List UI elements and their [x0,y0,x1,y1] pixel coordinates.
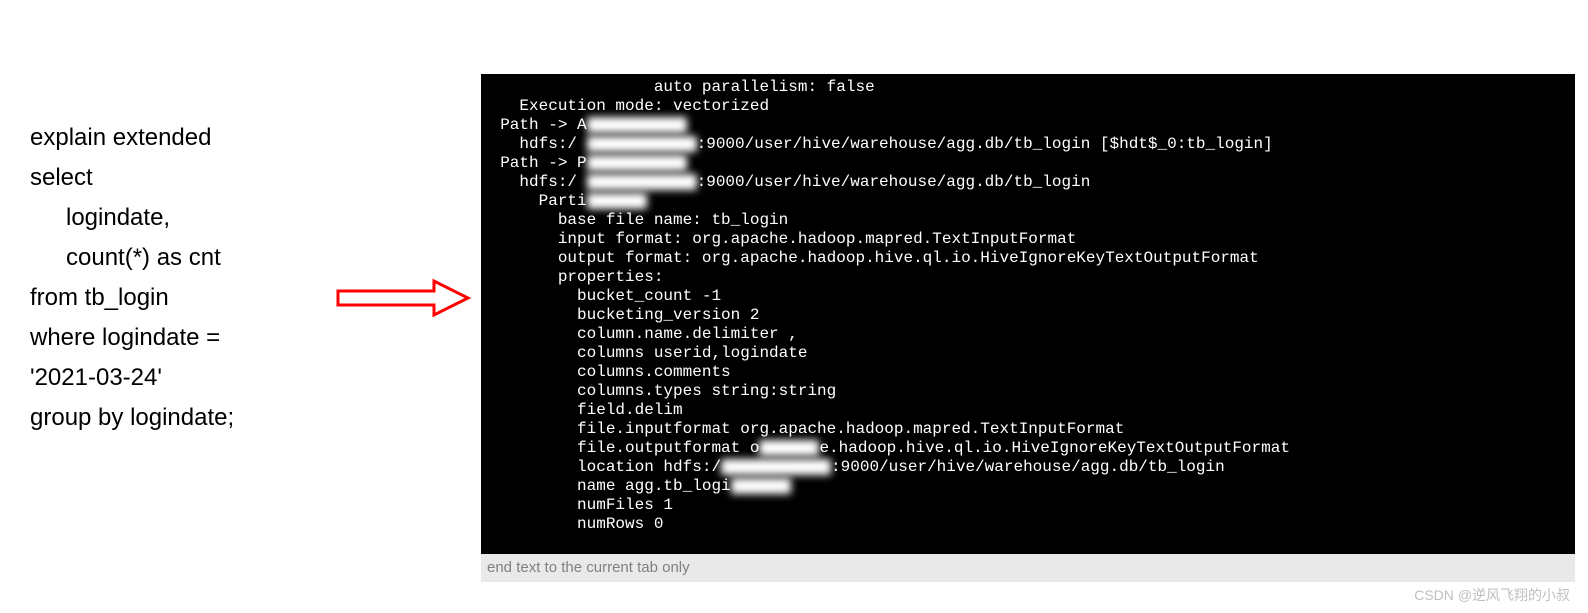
terminal-line: base file name: tb_login [481,211,1575,230]
sql-line: where logindate = [30,318,310,358]
terminal-line: bucket_count -1 [481,287,1575,306]
sql-line: group by logindate; [30,398,310,438]
terminal-status-bar: end text to the current tab only [481,554,1575,582]
terminal-line: numFiles 1 [481,496,1575,515]
redacted-text [587,155,687,171]
redacted-text [721,459,831,475]
sql-query-block: explain extended select logindate, count… [30,118,310,438]
sql-line: '2021-03-24' [30,358,310,398]
terminal-line: Path -> A [481,116,1575,135]
redacted-text [587,174,697,190]
terminal-line: name agg.tb_logi [481,477,1575,496]
redacted-text [587,193,647,209]
redacted-text [731,478,791,494]
terminal-line: columns.types string:string [481,382,1575,401]
redacted-text [587,136,697,152]
terminal-line: input format: org.apache.hadoop.mapred.T… [481,230,1575,249]
redacted-text [587,117,687,133]
sql-line: explain extended [30,118,310,158]
terminal-line: field.delim [481,401,1575,420]
terminal-line: numRows 0 [481,515,1575,534]
terminal-pane[interactable]: auto parallelism: false Execution mode: … [481,74,1575,554]
terminal-line: properties: [481,268,1575,287]
terminal-line: hdfs:/ :9000/user/hive/warehouse/agg.db/… [481,173,1575,192]
watermark-text: CSDN @逆风飞翔的小叔 [1414,585,1570,605]
sql-line: count(*) as cnt [30,238,310,278]
sql-line: select [30,158,310,198]
terminal-line: location hdfs:/:9000/user/hive/warehouse… [481,458,1575,477]
terminal-line: output format: org.apache.hadoop.hive.ql… [481,249,1575,268]
terminal-line: bucketing_version 2 [481,306,1575,325]
terminal-line: columns.comments [481,363,1575,382]
terminal-line: hdfs:/ :9000/user/hive/warehouse/agg.db/… [481,135,1575,154]
terminal-line: auto parallelism: false [481,78,1575,97]
sql-line: from tb_login [30,278,310,318]
terminal-line: column.name.delimiter , [481,325,1575,344]
terminal-line: file.outputformat oe.hadoop.hive.ql.io.H… [481,439,1575,458]
redacted-text [759,440,819,456]
terminal-line: Execution mode: vectorized [481,97,1575,116]
sql-line: logindate, [30,198,310,238]
terminal-line: file.inputformat org.apache.hadoop.mapre… [481,420,1575,439]
terminal-line: columns userid,logindate [481,344,1575,363]
arrow-icon [334,277,474,319]
terminal-line: Parti [481,192,1575,211]
terminal-line: Path -> P [481,154,1575,173]
